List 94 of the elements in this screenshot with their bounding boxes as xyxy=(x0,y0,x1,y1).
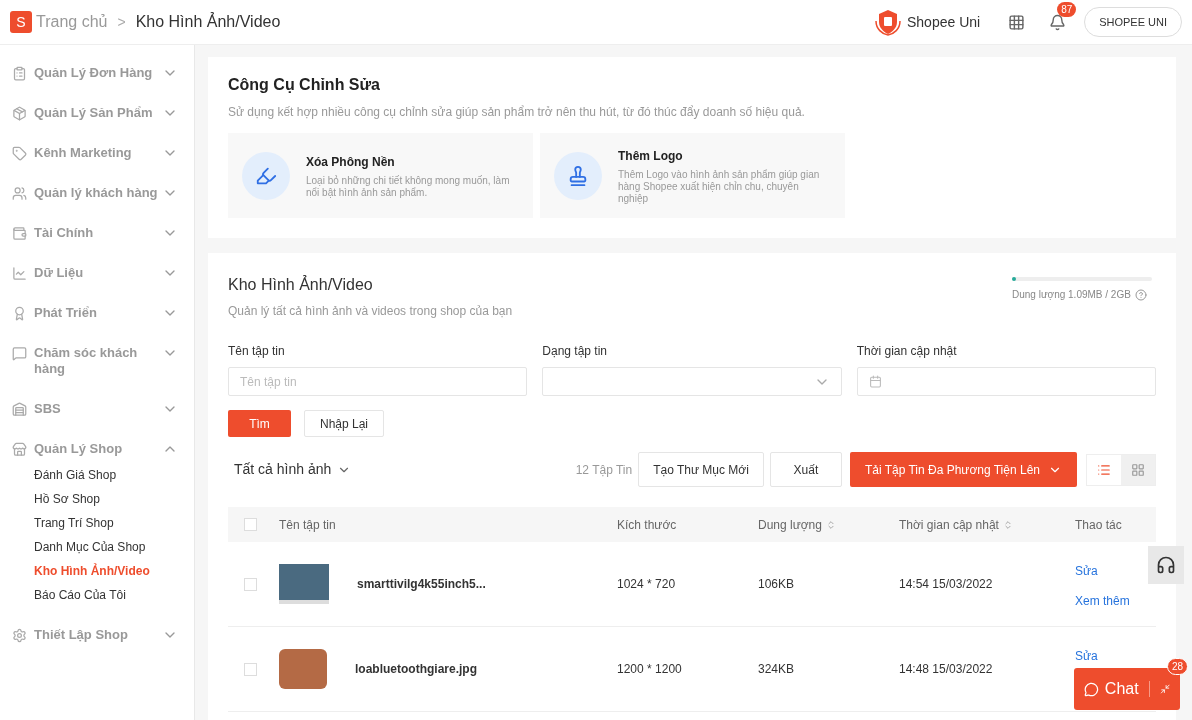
breadcrumb-current: Kho Hình Ảnh/Video xyxy=(135,11,281,32)
table-cell-text: 14:54 15/03/2022 xyxy=(899,576,994,593)
row-checkbox[interactable] xyxy=(244,662,257,676)
tag-icon xyxy=(12,146,27,161)
list-icon xyxy=(1097,462,1111,477)
date-picker[interactable] xyxy=(856,367,1156,396)
photo-placeholder xyxy=(279,649,327,689)
sidebar-item[interactable]: Quản Lý Sản Phẩm xyxy=(0,93,194,133)
tool-title: Thêm Logo xyxy=(618,147,684,165)
apps-grid-icon[interactable] xyxy=(1008,13,1026,31)
filter-label: Tên tập tin xyxy=(228,343,286,360)
box-icon xyxy=(12,106,27,121)
tool-description: Thêm Logo vào hình ảnh sản phẩm giúp gian hàng Shopee xuất hiện chỉn chu, chuyên nghiệp xyxy=(618,168,821,205)
sidebar-subitem[interactable]: Danh Mục Của Shop xyxy=(34,535,194,559)
tool-card[interactable]: Xóa Phông Nền Loại bỏ những chi tiết không mong muốn, làm nổi bật hình ảnh sản phẩm. xyxy=(228,133,533,218)
notification-bell-icon[interactable] xyxy=(1049,13,1067,31)
select-all-checkbox[interactable] xyxy=(244,518,257,531)
sort-icon xyxy=(825,519,836,530)
clipboard-icon xyxy=(12,66,27,81)
stamp-icon xyxy=(554,151,602,200)
column-header: Thao tác xyxy=(1075,516,1122,534)
table-cell-text: 106KB xyxy=(758,576,796,593)
support-button[interactable] xyxy=(1148,546,1184,584)
sidebar-item[interactable]: Quản Lý Đơn Hàng xyxy=(0,53,194,93)
uni-label[interactable]: Shopee Uni xyxy=(906,11,981,33)
tool-card[interactable]: Thêm Logo Thêm Logo vào hình ảnh sản phẩm giúp gian hàng Shopee xuất hiện chỉn chu, chuyên nghiệp xyxy=(540,133,845,218)
filename-input[interactable]: Tên tập tin xyxy=(228,367,528,396)
row-checkbox[interactable] xyxy=(244,577,257,591)
sort-icon xyxy=(1002,519,1013,530)
column-header: Tên tập tin xyxy=(279,516,336,534)
file-name: loabluetoothgiare.jpg xyxy=(355,661,477,678)
chat-icon xyxy=(1084,680,1099,698)
grid-view-button[interactable] xyxy=(1121,454,1155,485)
sidebar-item[interactable]: Thiết Lập Shop xyxy=(0,615,194,655)
tool-title: Xóa Phông Nền xyxy=(306,153,396,171)
sidebar-item[interactable]: Phát Triển xyxy=(0,293,194,333)
table-cell-text: 324KB xyxy=(758,661,796,678)
card-title: Công Cụ Chỉnh Sửa xyxy=(228,75,381,95)
file-type-select[interactable] xyxy=(542,367,842,396)
column-header: Kích thước xyxy=(617,516,677,534)
sidebar-item[interactable]: Chăm sóc khách hàng xyxy=(0,333,194,389)
chat-label: Chat xyxy=(1104,679,1139,699)
file-name: smarttivilg4k55inch5... xyxy=(357,576,486,593)
column-header[interactable]: Dung lượng xyxy=(758,515,836,534)
minimize-icon[interactable] xyxy=(1159,683,1170,695)
action-link[interactable]: Xem thêm xyxy=(1075,592,1130,610)
filter-label: Thời gian cập nhật xyxy=(856,343,958,360)
column-header[interactable]: Thời gian cập nhật xyxy=(899,515,1013,534)
chart-icon xyxy=(12,266,27,281)
users-icon xyxy=(12,186,27,201)
filter-label: Dạng tập tin xyxy=(542,343,609,360)
upload-button[interactable]: Tải Tập Tin Đa Phương Tiện Lên xyxy=(849,452,1077,487)
storage-label: Dung lượng 1.09MB / 2GB xyxy=(1012,288,1131,302)
sidebar-item[interactable]: SBS xyxy=(0,389,194,429)
message-icon xyxy=(12,346,27,361)
sidebar-subitem[interactable]: Trang Trí Shop xyxy=(34,511,194,535)
action-link[interactable]: Sửa xyxy=(1075,647,1098,665)
folder-dropdown[interactable]: Tất cả hình ảnh xyxy=(228,459,352,480)
award-icon xyxy=(12,306,27,321)
card-subtitle: Sử dụng kết hợp nhiều công cụ chỉnh sửa giúp sản phẩm trở nên thu hút, từ đó thúc đẩy doanh số hiệu quả. xyxy=(228,104,806,121)
shield-logo-icon xyxy=(872,7,903,37)
calendar-icon xyxy=(868,375,882,388)
shop-logo[interactable]: S xyxy=(10,11,32,33)
export-button[interactable]: Xuất xyxy=(769,452,842,487)
search-button[interactable]: Tìm xyxy=(228,410,291,437)
settings-icon xyxy=(12,628,27,643)
building-icon xyxy=(12,402,27,417)
sidebar-subitem[interactable]: Báo Cáo Của Tôi xyxy=(34,583,194,607)
wallet-icon xyxy=(12,226,27,241)
card-title: Kho Hình Ảnh/Video xyxy=(228,274,374,295)
breadcrumb-separator: > xyxy=(117,12,126,32)
store-icon xyxy=(12,442,27,457)
notification-badge: 87 xyxy=(1057,1,1077,17)
grid-icon xyxy=(1131,462,1145,477)
headset-icon xyxy=(1156,555,1176,575)
breadcrumb-link[interactable]: Trang chủ xyxy=(36,10,108,34)
new-folder-button[interactable]: Tạo Thư Mục Mới xyxy=(638,452,764,487)
sidebar-item[interactable]: Kênh Marketing xyxy=(0,133,194,173)
photo-placeholder xyxy=(279,564,329,604)
table-cell-text: 1200 * 1200 xyxy=(617,661,683,678)
card-subtitle: Quản lý tất cả hình ảnh và videos trong shop của bạn xyxy=(228,303,513,320)
help-icon[interactable] xyxy=(1134,288,1147,301)
sidebar-item[interactable]: Quản lý khách hàng xyxy=(0,173,194,213)
highlighter-icon xyxy=(242,151,290,200)
sidebar-item[interactable]: Dữ Liệu xyxy=(0,253,194,293)
sidebar-item[interactable]: Tài Chính xyxy=(0,213,194,253)
reset-button[interactable]: Nhập Lại xyxy=(304,410,384,437)
sidebar-subitem[interactable]: Hồ Sơ Shop xyxy=(34,487,194,511)
file-count: 12 Tập Tin xyxy=(575,461,633,479)
table-cell-text: 1024 * 720 xyxy=(617,576,677,593)
sidebar-subitem[interactable]: Kho Hình Ảnh/Video xyxy=(34,559,194,583)
action-link[interactable]: Sửa xyxy=(1075,562,1098,580)
table-cell-text: 14:48 15/03/2022 xyxy=(899,661,994,678)
tool-description: Loại bỏ những chi tiết không mong muốn, làm nổi bật hình ảnh sản phẩm. xyxy=(306,174,511,199)
